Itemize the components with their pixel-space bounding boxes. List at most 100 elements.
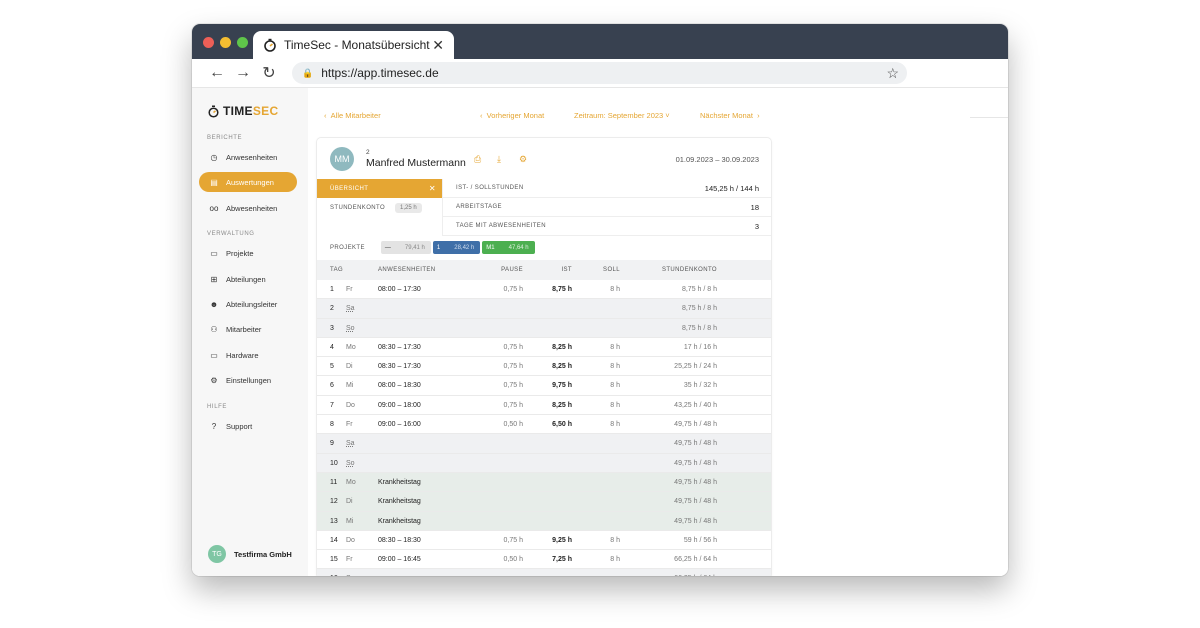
manager-icon: ☻	[209, 299, 219, 309]
table-row[interactable]: 3 So 8,75 h / 8 h	[317, 318, 771, 338]
sidebar-item-anwesenheiten[interactable]: ◷ Anwesenheiten	[199, 147, 297, 167]
table-row[interactable]: 6 Mi 08:00 – 18:30 0,75 h 9,75 h 8 h 35 h / 32…	[317, 376, 771, 396]
tab-close-icon[interactable]: ✕	[432, 37, 444, 54]
cell-presence: 09:00 – 16:45	[378, 556, 421, 564]
cell-ist: 9,25 h	[552, 536, 572, 544]
cell-day: 9	[330, 440, 334, 448]
cell-day: 2	[330, 305, 334, 313]
minimize-window-button[interactable]	[220, 37, 231, 48]
tab-overview[interactable]: ÜBERSICHT ✕	[317, 179, 442, 198]
sidebar-item-abteilungen[interactable]: ⊞ Abteilungen	[199, 269, 297, 289]
cell-presence: 08:30 – 18:30	[378, 536, 421, 544]
table-row[interactable]: 8 Fr 09:00 – 16:00 0,50 h 6,50 h 8 h 49,75 h /…	[317, 415, 771, 435]
project-pill-1[interactable]: 1 28,42 h	[432, 241, 481, 254]
month-report-card: MM 2 Manfred Mustermann ⎙ ⤓ ⚙ 01.09.2023…	[317, 138, 771, 576]
col-presence: ANWESENHEITEN	[378, 267, 436, 273]
reload-icon[interactable]: ↻	[256, 63, 282, 83]
stats-panel: IST- / SOLLSTUNDEN 145,25 h / 144 h ARBE…	[442, 179, 771, 236]
cell-ist: 8,25 h	[552, 401, 572, 409]
table-row[interactable]: 5 Di 08:30 – 17:30 0,75 h 8,25 h 8 h 25,25 h /…	[317, 357, 771, 377]
project-pill-m1[interactable]: M1 47,64 h	[482, 241, 535, 254]
cell-day: 14	[330, 536, 338, 544]
table-row[interactable]: 16 Sa 66,25 h / 64 h	[317, 569, 771, 576]
cell-presence: Krankheitstag	[378, 478, 421, 486]
timesec-logo[interactable]: TIME SEC	[208, 104, 278, 118]
table-row[interactable]: 4 Mo 08:30 – 17:30 0,75 h 8,25 h 8 h 17 h / 16…	[317, 338, 771, 358]
table-row[interactable]: 11 Mo Krankheitstag 49,75 h / 48 h	[317, 472, 771, 493]
table-row[interactable]: 14 Do 08:30 – 18:30 0,75 h 9,25 h 8 h 59 h / 5…	[317, 531, 771, 551]
cell-pause: 0,75 h	[503, 286, 523, 293]
table-row[interactable]: 10 So 49,75 h / 48 h	[317, 453, 771, 473]
project-pill-none[interactable]: — 79,41 h	[380, 241, 431, 254]
sidebar-item-einstellungen[interactable]: ⚙ Einstellungen	[199, 370, 297, 390]
stat-row: IST- / SOLLSTUNDEN 145,25 h / 144 h	[443, 179, 771, 198]
sidebar-item-abwesenheiten[interactable]: oo Abwesenheiten	[199, 198, 297, 218]
cell-day: 12	[330, 498, 338, 506]
cell-pause: 0,75 h	[503, 363, 523, 371]
all-employees-link[interactable]: ‹ Alle Mitarbeiter	[324, 111, 381, 120]
cell-weekday: Sa	[346, 440, 355, 448]
employee-header: MM 2 Manfred Mustermann ⎙ ⤓ ⚙ 01.09.2023…	[317, 138, 771, 179]
cell-weekday: Mi	[346, 517, 354, 525]
cell-weekday: Fr	[346, 556, 353, 564]
cell-weekday: Mi	[346, 382, 354, 390]
stat-value: 145,25 h / 144 h	[704, 183, 759, 193]
cell-day: 5	[330, 363, 334, 371]
sidebar-item-auswertungen[interactable]: ▤ Auswertungen	[199, 172, 297, 192]
bookmark-star-icon[interactable]: ☆	[886, 65, 899, 82]
date-range: 01.09.2023 – 30.09.2023	[675, 155, 759, 164]
sidebar-item-projekte[interactable]: ▭ Projekte	[199, 243, 297, 263]
download-icon[interactable]: ⤓	[497, 154, 501, 165]
print-icon[interactable]: ⎙	[474, 154, 481, 165]
cell-account: 35 h / 32 h	[683, 382, 717, 390]
account-badge: 1,25 h	[395, 202, 422, 213]
cell-soll: 8 h	[610, 421, 620, 429]
sidebar-item-mitarbeiter[interactable]: ⚇ Mitarbeiter	[199, 319, 297, 339]
table-row[interactable]: 7 Do 09:00 – 18:00 0,75 h 8,25 h 8 h 43,25 h /…	[317, 396, 771, 416]
sidebar: TIME SEC BERICHTE ◷ Anwesenheiten ▤ Auswert…	[192, 88, 308, 576]
cell-account: 8,75 h / 8 h	[681, 305, 717, 313]
url-field[interactable]: 🔒 https://app.timesec.de ☆	[292, 62, 907, 84]
cell-presence: 08:00 – 18:30	[378, 382, 421, 390]
maximize-window-button[interactable]	[237, 37, 248, 48]
table-row[interactable]: 9 Sa 49,75 h / 48 h	[317, 434, 771, 454]
tab-account-label: STUNDENKONTO	[330, 204, 386, 211]
gear-icon: ⚙	[210, 375, 218, 385]
cell-account: 66,25 h / 64 h	[674, 556, 717, 564]
table-row[interactable]: 13 Mi Krankheitstag 49,75 h / 48 h	[317, 511, 771, 531]
table-row[interactable]: 12 Di Krankheitstag 49,75 h / 48 h	[317, 492, 771, 512]
sidebar-item-abteilungsleiter[interactable]: ☻ Abteilungsleiter	[199, 294, 297, 314]
settings-gear-icon[interactable]: ⚙	[519, 154, 527, 165]
forward-arrow-icon[interactable]: →	[230, 64, 256, 82]
cell-day: 4	[330, 343, 334, 351]
sidebar-item-label: Projekte	[226, 248, 254, 258]
cell-presence: 08:00 – 17:30	[378, 286, 421, 293]
sidebar-item-support[interactable]: ? Support	[199, 416, 297, 436]
cell-day: 16	[330, 575, 338, 576]
employee-name: Manfred Mustermann	[366, 157, 466, 169]
cell-account: 49,75 h / 48 h	[674, 478, 717, 486]
cell-account: 49,75 h / 48 h	[674, 440, 717, 448]
cell-pause: 0,50 h	[503, 556, 523, 564]
next-month-link[interactable]: Nächster Monat ›	[700, 111, 760, 120]
table-row[interactable]: 2 Sa 8,75 h / 8 h	[317, 299, 771, 319]
col-soll: SOLL	[603, 267, 620, 273]
browser-tab[interactable]: TimeSec - Monatsübersicht ✕	[253, 31, 454, 59]
cell-presence: Krankheitstag	[378, 517, 421, 525]
cell-day: 7	[330, 401, 334, 409]
cell-account: 59 h / 56 h	[683, 536, 717, 544]
back-arrow-icon[interactable]: ←	[204, 64, 230, 82]
stat-value: 3	[754, 221, 759, 231]
close-icon[interactable]: ✕	[429, 184, 436, 193]
period-selector[interactable]: Zeitraum: September 2023 ˅	[574, 111, 670, 120]
previous-month-link[interactable]: ‹ Vorheriger Monat	[480, 111, 544, 120]
close-window-button[interactable]	[203, 37, 214, 48]
sidebar-item-hardware[interactable]: ▭ Hardware	[199, 345, 297, 365]
company-account[interactable]: TG Testfirma GmbH	[208, 545, 292, 563]
tab-title: TimeSec - Monatsübersicht	[284, 38, 430, 52]
cell-account: 49,75 h / 48 h	[674, 459, 717, 467]
project-tag: 1	[436, 244, 441, 251]
tab-account[interactable]: STUNDENKONTO 1,25 h	[317, 198, 442, 217]
table-row[interactable]: 1 Fr 08:00 – 17:30 0,75 h 8,75 h 8 h 8,75 h / …	[317, 280, 771, 300]
table-row[interactable]: 15 Fr 09:00 – 16:45 0,50 h 7,25 h 8 h 66,25 h …	[317, 550, 771, 570]
